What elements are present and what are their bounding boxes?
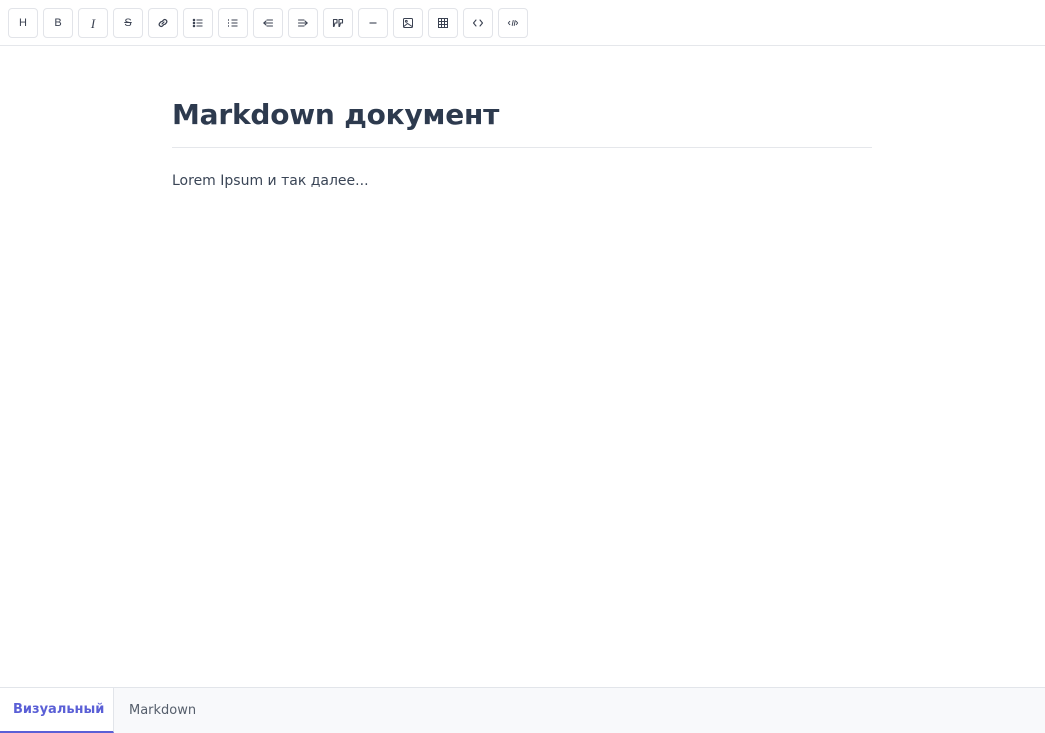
inline-code-button[interactable] — [463, 8, 493, 38]
bold-icon: B — [54, 16, 62, 29]
image-button[interactable] — [393, 8, 423, 38]
horizontal-rule-button[interactable] — [358, 8, 388, 38]
outdent-button[interactable] — [253, 8, 283, 38]
blockquote-button[interactable] — [323, 8, 353, 38]
formatting-toolbar: H B I S — [0, 0, 1045, 46]
markdown-editor: H B I S Markdown документ Lorem Ipsum и … — [0, 0, 1045, 733]
table-button[interactable] — [428, 8, 458, 38]
heading-divider — [172, 147, 872, 148]
table-icon — [438, 18, 448, 28]
italic-button[interactable]: I — [78, 8, 108, 38]
ordered-list-icon — [228, 19, 238, 27]
code-icon — [472, 19, 484, 27]
tab-markdown[interactable]: Markdown — [114, 688, 196, 733]
tab-markdown-label: Markdown — [129, 703, 197, 718]
italic-icon: I — [90, 15, 96, 31]
bullet-list-button[interactable] — [183, 8, 213, 38]
editor-mode-tabs: Визуальный Markdown — [0, 687, 1045, 733]
document-paragraph[interactable]: Lorem Ipsum и так далее... — [172, 171, 369, 191]
outdent-icon — [262, 19, 274, 27]
tab-visual-label: Визуальный — [13, 702, 105, 717]
heading-button[interactable]: H — [8, 8, 38, 38]
bold-button[interactable]: B — [43, 8, 73, 38]
indent-button[interactable] — [288, 8, 318, 38]
horizontal-rule-icon — [369, 22, 377, 24]
indent-icon — [297, 19, 309, 27]
strikethrough-icon: S — [124, 16, 132, 29]
ordered-list-button[interactable] — [218, 8, 248, 38]
image-icon — [403, 18, 413, 28]
heading-icon: H — [19, 16, 27, 29]
link-icon — [158, 19, 168, 27]
editor-content-area[interactable]: Markdown документ Lorem Ipsum и так дале… — [0, 47, 1045, 687]
code-block-icon — [507, 20, 519, 26]
strikethrough-button[interactable]: S — [113, 8, 143, 38]
bullet-list-icon — [192, 18, 203, 28]
code-block-button[interactable] — [498, 8, 528, 38]
tab-visual[interactable]: Визуальный — [0, 688, 114, 733]
document-heading[interactable]: Markdown документ — [172, 95, 499, 135]
link-button[interactable] — [148, 8, 178, 38]
blockquote-icon — [332, 18, 344, 28]
